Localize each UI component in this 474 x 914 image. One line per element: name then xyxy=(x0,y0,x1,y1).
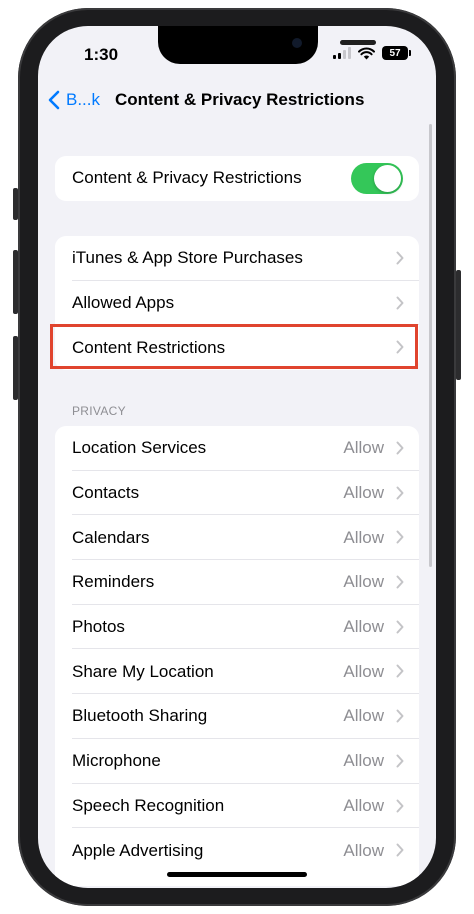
row-label: Apple Advertising xyxy=(72,840,204,860)
row-label: Content & Privacy Restrictions xyxy=(72,168,302,188)
mute-switch xyxy=(13,188,18,220)
row-allowed-apps[interactable]: Allowed Apps xyxy=(55,281,419,326)
row-label: Microphone xyxy=(72,751,161,771)
home-indicator[interactable] xyxy=(167,872,307,877)
chevron-right-icon xyxy=(396,251,404,265)
privacy-row-apple-advertising[interactable]: Apple Advertising Allow xyxy=(55,828,419,873)
volume-up-button xyxy=(13,250,18,314)
row-value: Allow xyxy=(343,661,384,681)
chevron-right-icon xyxy=(396,530,404,544)
privacy-row-photos[interactable]: Photos Allow xyxy=(55,605,419,650)
back-button[interactable]: B...k xyxy=(48,90,100,110)
row-value: Allow xyxy=(343,572,384,592)
row-label: Allowed Apps xyxy=(72,293,175,313)
privacy-row-location-services[interactable]: Location Services Allow xyxy=(55,426,419,471)
chevron-right-icon xyxy=(396,486,404,500)
chevron-right-icon xyxy=(396,620,404,634)
privacy-row-contacts[interactable]: Contacts Allow xyxy=(55,471,419,516)
status-time: 1:30 xyxy=(84,45,119,64)
row-value: Allow xyxy=(343,751,384,771)
row-value: Allow xyxy=(343,706,384,726)
camera xyxy=(292,38,302,48)
page-title: Content & Privacy Restrictions xyxy=(115,90,365,109)
master-toggle-group: Content & Privacy Restrictions xyxy=(55,156,419,201)
privacy-row-calendars[interactable]: Calendars Allow xyxy=(55,515,419,561)
chevron-right-icon xyxy=(396,754,404,768)
privacy-row-reminders[interactable]: Reminders Allow xyxy=(55,560,419,605)
row-itunes-app-store-purchases[interactable]: iTunes & App Store Purchases xyxy=(55,236,419,281)
chevron-right-icon xyxy=(396,664,404,678)
power-button xyxy=(456,270,461,380)
row-value: Allow xyxy=(343,617,384,637)
row-value: Allow xyxy=(343,795,384,815)
toggle-knob xyxy=(374,165,401,192)
row-label: Speech Recognition xyxy=(72,795,225,815)
speaker xyxy=(340,40,376,45)
chevron-right-icon xyxy=(396,843,404,857)
privacy-row-bluetooth-sharing[interactable]: Bluetooth Sharing Allow xyxy=(55,694,419,739)
chevron-right-icon xyxy=(396,709,404,723)
scrollbar[interactable] xyxy=(429,124,432,567)
row-label: Content Restrictions xyxy=(72,337,226,357)
back-label: B...k xyxy=(66,90,101,109)
row-value: Allow xyxy=(343,483,384,503)
status-icons: 57 xyxy=(333,46,411,60)
privacy-row-share-my-location[interactable]: Share My Location Allow xyxy=(55,649,419,695)
notch xyxy=(158,26,376,64)
row-label: Share My Location xyxy=(72,661,214,681)
row-value: Allow xyxy=(343,527,384,547)
row-label: Photos xyxy=(72,617,125,637)
chevron-right-icon xyxy=(396,340,404,354)
cellular-signal-icon xyxy=(333,47,351,59)
chevron-left-icon xyxy=(48,90,60,110)
screen: 1:30 57 B...k Content & Privacy Restrict… xyxy=(38,26,436,888)
privacy-section-header: PRIVACY xyxy=(72,404,126,418)
privacy-row-microphone[interactable]: Microphone Allow xyxy=(55,739,419,784)
battery-icon: 57 xyxy=(382,46,411,60)
volume-down-button xyxy=(13,336,18,400)
store-group: iTunes & App Store Purchases Allowed App… xyxy=(55,236,419,371)
chevron-right-icon xyxy=(396,296,404,310)
row-label: iTunes & App Store Purchases xyxy=(72,248,303,268)
wifi-icon xyxy=(358,47,375,59)
row-label: Calendars xyxy=(72,527,150,547)
chevron-right-icon xyxy=(396,441,404,455)
row-content-restrictions[interactable]: Content Restrictions xyxy=(55,325,419,370)
row-label: Reminders xyxy=(72,572,155,592)
navigation-bar: B...k Content & Privacy Restrictions xyxy=(38,84,436,120)
row-label: Contacts xyxy=(72,483,140,503)
chevron-right-icon xyxy=(396,799,404,812)
content-privacy-toggle-row: Content & Privacy Restrictions xyxy=(55,156,419,201)
content-privacy-toggle[interactable] xyxy=(351,163,403,194)
privacy-group: Location Services Allow Contacts Allow Calen… xyxy=(55,426,419,886)
row-value: Allow xyxy=(343,438,384,458)
row-label: Location Services xyxy=(72,438,207,458)
privacy-row-speech-recognition[interactable]: Speech Recognition Allow xyxy=(55,784,419,829)
chevron-right-icon xyxy=(396,575,404,589)
row-value: Allow xyxy=(343,840,384,860)
row-label: Bluetooth Sharing xyxy=(72,706,208,726)
